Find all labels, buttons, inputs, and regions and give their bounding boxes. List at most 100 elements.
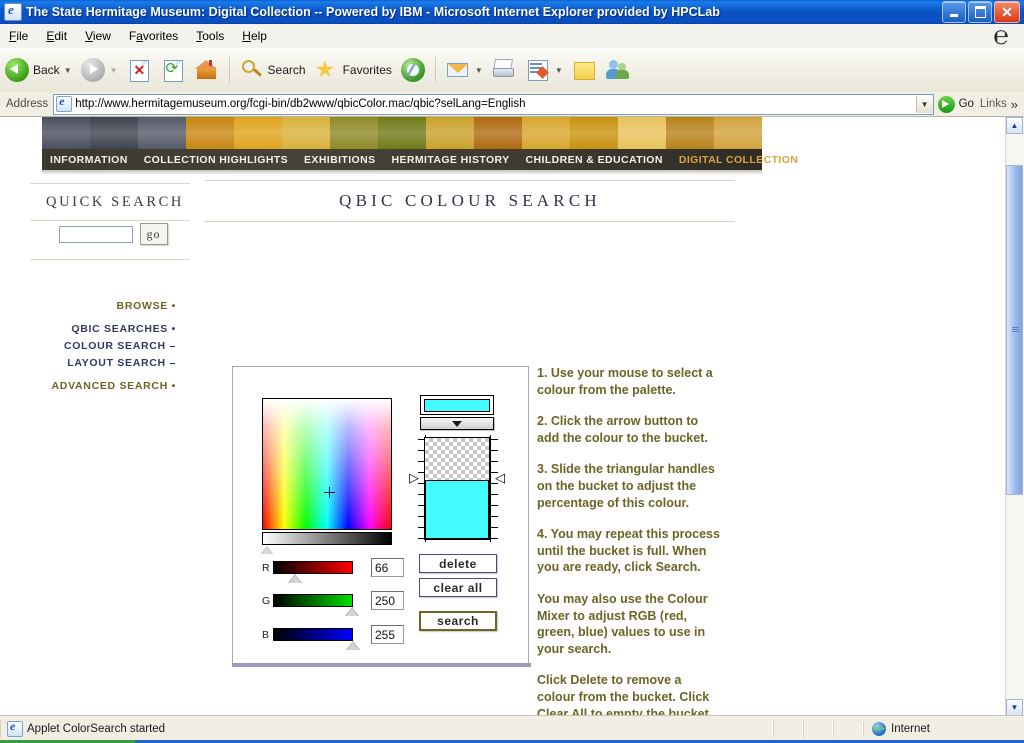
go-button[interactable]: Go bbox=[934, 95, 980, 113]
sidebar-link-3[interactable]: LAYOUT SEARCH – bbox=[30, 357, 176, 369]
rgb-row-G: G 250 bbox=[262, 591, 404, 616]
maximize-button[interactable] bbox=[968, 1, 992, 23]
instruction-2: 3. Slide the triangular handles on the b… bbox=[537, 462, 715, 510]
mail-button[interactable]: ▼ bbox=[441, 53, 487, 87]
sidebar: QUICK SEARCH go BROWSE • QBIC SEARCHES • C… bbox=[30, 183, 190, 397]
nav-item-1[interactable]: COLLECTION HIGHLIGHTS bbox=[136, 154, 296, 166]
sidebar-link-2[interactable]: COLOUR SEARCH – bbox=[30, 340, 176, 352]
banner-segment bbox=[474, 117, 522, 149]
forward-button[interactable]: ▼ bbox=[76, 53, 122, 87]
clear-all-button[interactable]: clear all bbox=[419, 578, 497, 597]
rgb-handle-G[interactable] bbox=[345, 607, 360, 616]
banner-segment bbox=[522, 117, 570, 149]
brightness-handle[interactable] bbox=[261, 546, 273, 554]
brightness-strip[interactable] bbox=[262, 532, 392, 545]
menu-bar: File Edit View Favorites Tools Help ℮ bbox=[0, 22, 1024, 50]
status-message-pane: Applet ColorSearch started bbox=[0, 719, 773, 738]
address-input[interactable]: http://www.hermitagemuseum.org/fcgi-bin/… bbox=[53, 93, 934, 115]
banner-segment bbox=[714, 117, 762, 149]
rgb-value-B[interactable]: 255 bbox=[371, 625, 404, 644]
nav-item-4[interactable]: CHILDREN & EDUCATION bbox=[518, 154, 671, 166]
nav-item-0[interactable]: INFORMATION bbox=[42, 154, 136, 166]
nav-item-2[interactable]: EXHIBITIONS bbox=[296, 154, 384, 166]
status-pane-a bbox=[773, 720, 803, 738]
forward-icon bbox=[80, 57, 106, 83]
nav-item-3[interactable]: HERMITAGE HISTORY bbox=[384, 154, 518, 166]
links-chevron-icon[interactable]: » bbox=[1011, 97, 1024, 112]
menu-tools[interactable]: Tools bbox=[187, 26, 233, 46]
sidebar-link-4[interactable]: ADVANCED SEARCH • bbox=[30, 380, 176, 392]
menu-edit[interactable]: Edit bbox=[37, 26, 76, 46]
mail-dropdown-icon[interactable]: ▼ bbox=[475, 66, 483, 75]
toolbar-separator bbox=[228, 57, 230, 83]
home-button[interactable] bbox=[190, 53, 224, 87]
stop-button[interactable]: ✕ bbox=[122, 53, 156, 87]
rgb-slider-B[interactable] bbox=[273, 628, 361, 650]
scroll-up-button[interactable]: ▲ bbox=[1006, 117, 1023, 134]
title-bar: The State Hermitage Museum: Digital Coll… bbox=[0, 0, 1024, 24]
colour-palette[interactable] bbox=[262, 398, 392, 530]
menu-view[interactable]: View bbox=[76, 26, 120, 46]
back-button[interactable]: Back ▼ bbox=[0, 53, 76, 87]
edit-dropdown-icon[interactable]: ▼ bbox=[555, 66, 563, 75]
rgb-value-R[interactable]: 66 bbox=[371, 558, 404, 577]
edit-button[interactable]: ▼ bbox=[521, 53, 567, 87]
page-title: QBIC COLOUR SEARCH bbox=[339, 191, 601, 210]
bucket-handle-left[interactable]: ▷ bbox=[409, 471, 419, 484]
browser-toolbar: Back ▼ ▼ ✕ ⟳ Search ★ Favorites ▼ ▼ bbox=[0, 48, 1024, 93]
window-controls: ✕ bbox=[942, 1, 1020, 23]
notes-button[interactable] bbox=[567, 53, 601, 87]
minimize-button[interactable] bbox=[942, 1, 966, 23]
stop-icon: ✕ bbox=[126, 57, 152, 83]
rgb-value-G[interactable]: 250 bbox=[371, 591, 404, 610]
search-label: Search bbox=[267, 63, 306, 77]
banner-segment bbox=[90, 117, 138, 149]
search-button[interactable]: search bbox=[419, 611, 497, 631]
rgb-row-B: B 255 bbox=[262, 625, 404, 650]
instruction-1: 2. Click the arrow button to add the col… bbox=[537, 414, 708, 445]
refresh-icon: ⟳ bbox=[160, 57, 186, 83]
close-button[interactable]: ✕ bbox=[994, 1, 1020, 23]
scroll-thumb[interactable] bbox=[1006, 165, 1023, 495]
address-dropdown-icon[interactable]: ▼ bbox=[915, 95, 933, 113]
banner-segment bbox=[330, 117, 378, 149]
scroll-down-button[interactable]: ▼ bbox=[1006, 699, 1023, 716]
add-to-bucket-button[interactable] bbox=[420, 417, 494, 430]
menu-favorites[interactable]: Favorites bbox=[120, 26, 187, 46]
favorites-button[interactable]: ★ Favorites bbox=[310, 53, 396, 87]
menu-help[interactable]: Help bbox=[233, 26, 276, 46]
banner-segment bbox=[570, 117, 618, 149]
media-button[interactable] bbox=[396, 53, 430, 87]
banner-segment bbox=[42, 117, 90, 149]
rgb-handle-R[interactable] bbox=[287, 574, 302, 583]
page-scrollbar[interactable]: ▲ ▼ bbox=[1005, 117, 1024, 716]
refresh-button[interactable]: ⟳ bbox=[156, 53, 190, 87]
menu-file[interactable]: File bbox=[0, 26, 37, 46]
page-viewport: INFORMATION COLLECTION HIGHLIGHTS EXHIBITI… bbox=[0, 117, 1006, 716]
palette-cursor-icon bbox=[324, 487, 335, 498]
content-rule-bottom bbox=[205, 221, 735, 222]
messenger-button[interactable] bbox=[601, 53, 635, 87]
search-button[interactable]: Search bbox=[235, 53, 310, 87]
back-icon bbox=[4, 57, 30, 83]
address-url-text: http://www.hermitagemuseum.org/fcgi-bin/… bbox=[75, 98, 526, 110]
bucket-handle-right[interactable]: ◁ bbox=[495, 471, 505, 484]
address-bar: Address http://www.hermitagemuseum.org/f… bbox=[0, 92, 1024, 117]
back-dropdown-icon[interactable]: ▼ bbox=[64, 66, 72, 75]
back-label: Back bbox=[33, 63, 60, 77]
nav-item-5[interactable]: DIGITAL COLLECTION bbox=[671, 154, 806, 166]
quick-search-go-button[interactable]: go bbox=[139, 223, 168, 245]
rgb-slider-G[interactable] bbox=[273, 594, 360, 616]
quick-search-input[interactable] bbox=[58, 225, 133, 243]
banner-segment bbox=[618, 117, 666, 149]
colour-bucket[interactable] bbox=[424, 437, 490, 540]
print-button[interactable] bbox=[487, 53, 521, 87]
delete-button[interactable]: delete bbox=[419, 554, 497, 573]
rgb-handle-B[interactable] bbox=[346, 641, 361, 650]
sidebar-link-0[interactable]: BROWSE • bbox=[30, 300, 176, 312]
sidebar-rule-bottom bbox=[30, 259, 190, 260]
rgb-slider-R[interactable] bbox=[273, 561, 353, 583]
search-icon bbox=[239, 57, 265, 83]
sidebar-link-1[interactable]: QBIC SEARCHES • bbox=[30, 323, 176, 335]
links-label[interactable]: Links bbox=[980, 98, 1011, 110]
